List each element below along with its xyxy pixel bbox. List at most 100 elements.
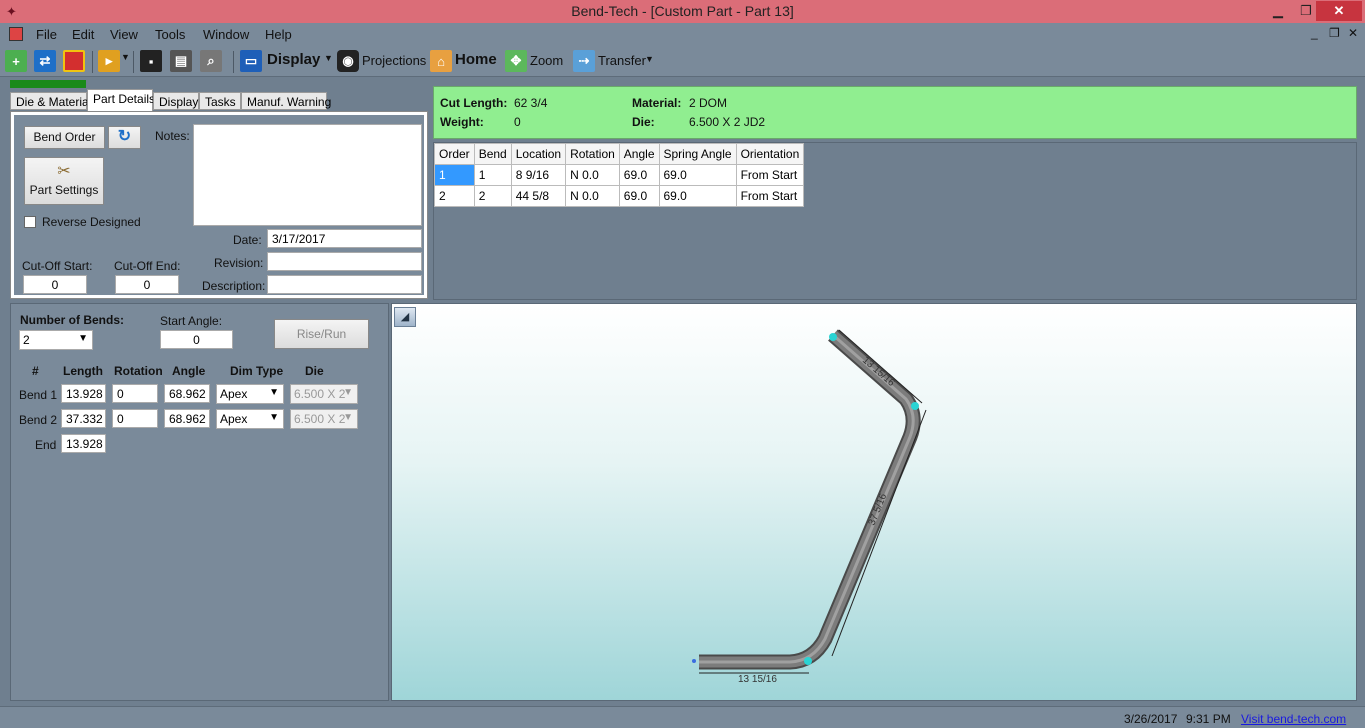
- tab-display[interactable]: Display: [153, 92, 199, 110]
- column-header[interactable]: Angle: [618, 143, 660, 165]
- cutoff-end-field[interactable]: 0: [115, 275, 179, 294]
- column-header[interactable]: Location: [510, 143, 567, 165]
- open-icon[interactable]: ▸: [98, 50, 120, 72]
- rise-run-button[interactable]: Rise/Run: [274, 319, 369, 349]
- document-icon[interactable]: [9, 27, 23, 41]
- bend-rotation-field[interactable]: 0: [112, 409, 158, 428]
- die-header: Die: [305, 364, 324, 378]
- bend-order-table: Order Bend Location Rotation Angle Sprin…: [434, 143, 805, 207]
- menu-window[interactable]: Window: [203, 27, 249, 42]
- table-cell[interactable]: 69.0: [618, 164, 660, 186]
- table-cell[interactable]: 69.0: [658, 185, 737, 207]
- mdi-minimize-button[interactable]: _: [1311, 26, 1318, 40]
- tab-tasks[interactable]: Tasks: [199, 92, 241, 110]
- camera-icon[interactable]: ◉: [337, 50, 359, 72]
- number-of-bends-select[interactable]: 2 ▼: [19, 330, 93, 350]
- table-cell[interactable]: 2: [473, 185, 512, 207]
- start-point-marker: [829, 333, 837, 341]
- tab-manuf-warning[interactable]: Manuf. Warning: [241, 92, 331, 110]
- die-select[interactable]: 6.500 X 2 ▼: [290, 409, 358, 429]
- table-cell[interactable]: 44 5/8: [510, 185, 567, 207]
- column-header[interactable]: Bend: [473, 143, 512, 165]
- part-viewport[interactable]: ◢ 13 15/16 37 5/16 13 15/16: [391, 303, 1357, 701]
- table-cell[interactable]: From Start: [735, 185, 805, 207]
- bend-rotation-field[interactable]: 0: [112, 384, 158, 403]
- close-button[interactable]: ✕: [1316, 1, 1362, 21]
- display-icon[interactable]: ▭: [240, 50, 262, 72]
- table-cell[interactable]: From Start: [735, 164, 805, 186]
- table-cell[interactable]: 69.0: [658, 164, 737, 186]
- bend-editor-panel: Number of Bends: 2 ▼ Start Angle: 0 Rise…: [10, 303, 389, 701]
- cutoff-end-label: Cut-Off End:: [114, 259, 181, 273]
- notes-field[interactable]: [193, 124, 422, 226]
- end-length-field[interactable]: 13.928: [61, 434, 106, 453]
- description-field[interactable]: [267, 275, 422, 294]
- transfer-button[interactable]: Transfer: [598, 53, 646, 68]
- die-select[interactable]: 6.500 X 2 ▼: [290, 384, 358, 404]
- print-icon[interactable]: ▤: [170, 50, 192, 72]
- part-library-icon[interactable]: [63, 50, 85, 72]
- column-header[interactable]: Order: [434, 143, 475, 165]
- bend-length-field[interactable]: 37.332: [61, 409, 106, 428]
- part-settings-button[interactable]: ✂ Part Settings: [24, 157, 104, 205]
- bend-angle-field[interactable]: 68.962: [164, 409, 210, 428]
- angle-header: Angle: [172, 364, 206, 378]
- column-header[interactable]: Orientation: [735, 143, 805, 165]
- reverse-designed-checkbox[interactable]: [24, 216, 36, 228]
- menu-tools[interactable]: Tools: [155, 27, 185, 42]
- menu-edit[interactable]: Edit: [72, 27, 94, 42]
- menu-file[interactable]: File: [36, 27, 57, 42]
- minimize-button[interactable]: ▁: [1264, 1, 1292, 21]
- cutoff-start-field[interactable]: 0: [23, 275, 87, 294]
- bend-length-field[interactable]: 13.928: [61, 384, 106, 403]
- column-header[interactable]: Spring Angle: [658, 143, 737, 165]
- table-cell[interactable]: 1: [473, 164, 512, 186]
- refresh-icon[interactable]: ↻: [108, 126, 141, 149]
- bend-order-button[interactable]: Bend Order: [24, 126, 105, 149]
- table-cell[interactable]: N 0.0: [565, 185, 620, 207]
- dimension-line-middle: [831, 409, 927, 657]
- table-cell[interactable]: 8 9/16: [510, 164, 567, 186]
- menu-help[interactable]: Help: [265, 27, 292, 42]
- convert-icon[interactable]: ⇄: [34, 50, 56, 72]
- open-dropdown-icon[interactable]: ▼: [121, 52, 130, 62]
- revision-field[interactable]: [267, 252, 422, 271]
- dim-type-select[interactable]: Apex ▼: [216, 409, 284, 429]
- table-row[interactable]: 1 1 8 9/16 N 0.0 69.0 69.0 From Start: [434, 164, 805, 186]
- print-preview-icon[interactable]: ⌕: [200, 50, 222, 72]
- mdi-close-button[interactable]: ✕: [1348, 26, 1358, 40]
- dim-type-select[interactable]: Apex ▼: [216, 384, 284, 404]
- table-cell[interactable]: 1: [434, 164, 475, 186]
- bend-tech-link[interactable]: Visit bend-tech.com: [1241, 712, 1346, 726]
- projections-button[interactable]: Projections: [362, 53, 426, 68]
- tab-part-details[interactable]: Part Details: [87, 89, 155, 111]
- table-cell[interactable]: N 0.0: [565, 164, 620, 186]
- transfer-icon[interactable]: ⇢: [573, 50, 595, 72]
- tab-die-material[interactable]: Die & Material: [10, 92, 91, 110]
- zoom-icon[interactable]: ✥: [505, 50, 527, 72]
- die-value: 6.500 X 2: [294, 387, 346, 401]
- display-button[interactable]: Display: [267, 51, 320, 68]
- home-icon[interactable]: ⌂: [430, 50, 452, 72]
- home-button[interactable]: Home: [455, 51, 497, 68]
- table-row[interactable]: 2 2 44 5/8 N 0.0 69.0 69.0 From Start: [434, 185, 805, 207]
- save-icon[interactable]: ▪: [140, 50, 162, 72]
- column-header[interactable]: Rotation: [565, 143, 620, 165]
- part-details-panel: Bend Order ↻ ✂ Part Settings Notes: Reve…: [10, 111, 428, 299]
- bend-angle-field[interactable]: 68.962: [164, 384, 210, 403]
- table-cell[interactable]: 69.0: [618, 185, 660, 207]
- part-info-bar: Cut Length: 62 3/4 Weight: 0 Material: 2…: [433, 86, 1357, 139]
- table-cell[interactable]: 2: [434, 185, 475, 207]
- menu-view[interactable]: View: [110, 27, 138, 42]
- date-field[interactable]: 3/17/2017: [267, 229, 422, 248]
- part-details-content: Bend Order ↻ ✂ Part Settings Notes: Reve…: [14, 115, 424, 295]
- transfer-dropdown-icon[interactable]: ▼: [645, 54, 654, 64]
- chevron-down-icon: ▼: [269, 387, 279, 398]
- zoom-button[interactable]: Zoom: [530, 53, 563, 68]
- display-dropdown-icon[interactable]: ▼: [324, 53, 333, 63]
- new-part-icon[interactable]: +: [5, 50, 27, 72]
- mdi-restore-button[interactable]: ❐: [1329, 26, 1340, 40]
- bend-tech-link-text[interactable]: Visit bend-tech.com: [1241, 712, 1346, 726]
- start-angle-field[interactable]: 0: [160, 330, 233, 349]
- end-point-marker: [692, 659, 696, 663]
